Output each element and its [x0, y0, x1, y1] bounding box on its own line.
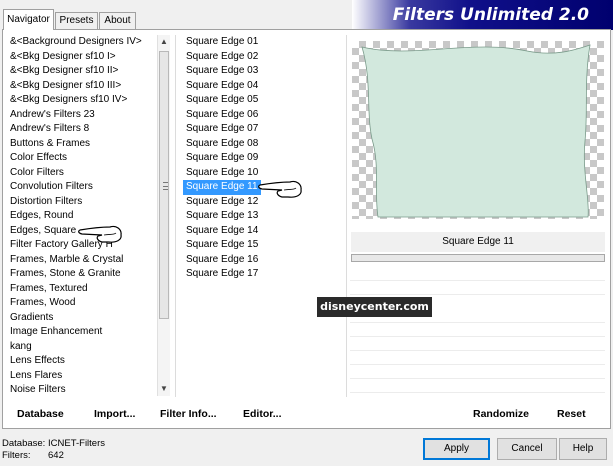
- grip-icon: [163, 182, 168, 190]
- arrow-up-icon[interactable]: ▲: [158, 35, 170, 49]
- filter-item[interactable]: Square Edge 17: [183, 267, 261, 282]
- scrollbar-thumb[interactable]: [159, 51, 169, 319]
- filter-row: Square Edge 16: [183, 253, 343, 268]
- category-item[interactable]: Andrew's Filters 23: [5, 108, 155, 123]
- category-item[interactable]: &<Bkg Designer sf10 II>: [5, 64, 155, 79]
- filter-row: Square Edge 17: [183, 267, 343, 282]
- category-item[interactable]: Frames, Textured: [5, 282, 155, 297]
- database-button[interactable]: Database: [17, 408, 64, 420]
- app-banner: Filters Unlimited 2.0: [352, 0, 613, 30]
- divider: [175, 35, 176, 397]
- selected-filter-name: Square Edge 11: [351, 232, 605, 252]
- category-scrollbar[interactable]: ▲ ▼: [157, 35, 170, 396]
- category-item[interactable]: Distortion Filters: [5, 195, 155, 210]
- divider: [346, 35, 347, 397]
- filter-item[interactable]: Square Edge 05: [183, 93, 261, 108]
- category-item[interactable]: &<Background Designers IV>: [5, 35, 155, 50]
- filter-item[interactable]: Square Edge 07: [183, 122, 261, 137]
- filter-item[interactable]: Square Edge 14: [183, 224, 261, 239]
- category-item[interactable]: Lens Effects: [5, 354, 155, 369]
- filter-item[interactable]: Square Edge 15: [183, 238, 261, 253]
- category-item[interactable]: kang: [5, 340, 155, 355]
- pointing-hand-icon: [258, 180, 302, 198]
- progress-bar: [351, 254, 605, 262]
- category-item[interactable]: &<Bkg Designers sf10 IV>: [5, 93, 155, 108]
- category-item[interactable]: Andrew's Filters 8: [5, 122, 155, 137]
- filter-row: Square Edge 14: [183, 224, 343, 239]
- category-item[interactable]: Lens Flares: [5, 369, 155, 384]
- filter-item[interactable]: Square Edge 11: [183, 180, 261, 195]
- filter-row: Square Edge 06: [183, 108, 343, 123]
- filter-item[interactable]: Square Edge 06: [183, 108, 261, 123]
- pointing-hand-icon: [78, 225, 122, 243]
- filter-row: Square Edge 03: [183, 64, 343, 79]
- filter-row: Square Edge 01: [183, 35, 343, 50]
- category-item[interactable]: Color Effects: [5, 151, 155, 166]
- filter-item[interactable]: Square Edge 13: [183, 209, 261, 224]
- category-item[interactable]: &<Bkg Designer sf10 III>: [5, 79, 155, 94]
- randomize-button[interactable]: Randomize: [473, 408, 529, 420]
- filter-row: Square Edge 02: [183, 50, 343, 65]
- category-item[interactable]: Noise Filters: [5, 383, 155, 396]
- filter-item[interactable]: Square Edge 12: [183, 195, 261, 210]
- filter-item[interactable]: Square Edge 02: [183, 50, 261, 65]
- category-item[interactable]: Frames, Stone & Granite: [5, 267, 155, 282]
- tab-about[interactable]: About: [99, 12, 136, 29]
- editor-button[interactable]: Editor...: [243, 408, 282, 420]
- reset-button[interactable]: Reset: [557, 408, 586, 420]
- filter-row: Square Edge 04: [183, 79, 343, 94]
- banner-title: Filters Unlimited 2.0: [392, 5, 589, 25]
- import-button[interactable]: Import...: [94, 408, 135, 420]
- category-item[interactable]: Color Filters: [5, 166, 155, 181]
- filter-row: Square Edge 08: [183, 137, 343, 152]
- cancel-button[interactable]: Cancel: [497, 438, 557, 460]
- preview-image: [361, 44, 591, 218]
- arrow-down-icon[interactable]: ▼: [158, 382, 170, 396]
- category-list[interactable]: &<Background Designers IV> &<Bkg Designer…: [5, 35, 155, 396]
- category-item[interactable]: &<Bkg Designer sf10 I>: [5, 50, 155, 65]
- filter-item[interactable]: Square Edge 03: [183, 64, 261, 79]
- category-item[interactable]: Convolution Filters: [5, 180, 155, 195]
- category-item[interactable]: Frames, Marble & Crystal: [5, 253, 155, 268]
- filter-row: Square Edge 09: [183, 151, 343, 166]
- tab-navigator[interactable]: Navigator: [3, 9, 54, 30]
- filter-item[interactable]: Square Edge 08: [183, 137, 261, 152]
- filter-item[interactable]: Square Edge 04: [183, 79, 261, 94]
- category-item[interactable]: Buttons & Frames: [5, 137, 155, 152]
- filter-item[interactable]: Square Edge 16: [183, 253, 261, 268]
- apply-button[interactable]: Apply: [423, 438, 490, 460]
- filters-count-info: Filters: 642: [2, 450, 64, 461]
- filter-item[interactable]: Square Edge 01: [183, 35, 261, 50]
- filter-row: Square Edge 05: [183, 93, 343, 108]
- database-info: Database: ICNET-Filters: [2, 438, 105, 449]
- filter-list[interactable]: Square Edge 01 Square Edge 02 Square Edge …: [183, 35, 343, 285]
- help-button[interactable]: Help: [559, 438, 607, 460]
- filter-item[interactable]: Square Edge 10: [183, 166, 261, 181]
- filter-item[interactable]: Square Edge 09: [183, 151, 261, 166]
- preview-canvas: [352, 41, 604, 219]
- tab-presets[interactable]: Presets: [55, 12, 98, 29]
- filter-row: Square Edge 15: [183, 238, 343, 253]
- category-item[interactable]: Image Enhancement: [5, 325, 155, 340]
- filter-info-button[interactable]: Filter Info...: [160, 408, 217, 420]
- category-item[interactable]: Gradients: [5, 311, 155, 326]
- watermark-logo: disneycenter.com: [317, 297, 432, 317]
- category-item[interactable]: Frames, Wood: [5, 296, 155, 311]
- filter-row: Square Edge 13: [183, 209, 343, 224]
- filter-row: Square Edge 07: [183, 122, 343, 137]
